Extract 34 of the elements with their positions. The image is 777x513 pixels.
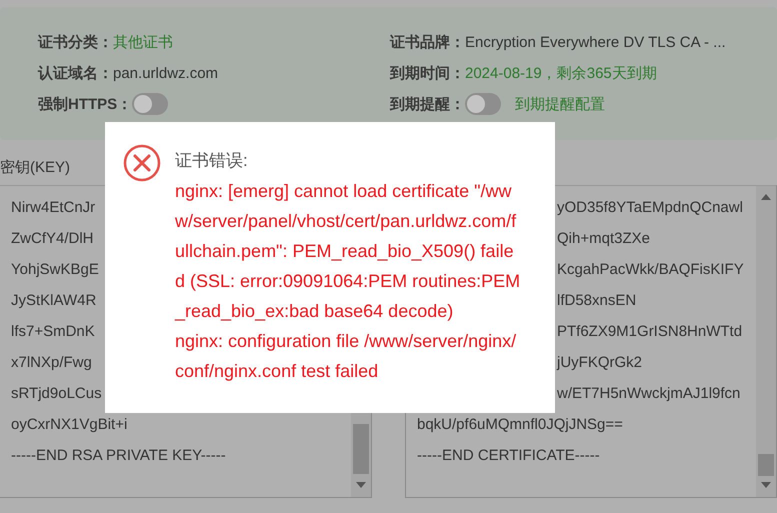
text-line: Qih+mqt3ZXe <box>557 229 650 249</box>
text-line: w/ET7H5nWwckjmAJ1l9fcn <box>557 384 740 404</box>
error-icon <box>123 144 161 182</box>
field-label: 认证域名： <box>38 64 113 82</box>
text-line: ZwCfY4/DlH <box>11 229 94 249</box>
text-line: x7lNXp/Fwg <box>11 353 92 373</box>
field-value: Encryption Everywhere DV TLS CA - ... <box>465 34 726 50</box>
field-value: 2024-08-19，剩余365天到期 <box>465 64 657 82</box>
text-line: -----END CERTIFICATE----- <box>417 446 600 466</box>
text-line: lfs7+SmDnK <box>11 322 95 342</box>
field-label: 证书品牌： <box>390 32 465 52</box>
text-line: jUyFKQrGk2 <box>557 353 642 373</box>
text-line: JyStKlAW4R <box>11 291 96 311</box>
text-line: -----END RSA PRIVATE KEY----- <box>11 446 226 466</box>
field-value: pan.urldwz.com <box>113 64 218 82</box>
text-line: Nirw4EtCnJr <box>11 198 96 218</box>
text-line: yOD35f8YTaEMpdnQCnawl <box>557 198 743 218</box>
field-label: 到期提醒： <box>390 94 465 114</box>
toggle-switch[interactable] <box>465 93 501 115</box>
text-line: bqkU/pf6uMQmnfl0JQjJNSg== <box>417 415 623 435</box>
text-line: sRTjd9oLCus <box>11 384 102 404</box>
field-value: 其他证书 <box>113 32 173 52</box>
text-line: oyCxrNX1VgBit+i <box>11 415 128 435</box>
field-label: 到期时间： <box>390 64 465 82</box>
text-line: PTf6ZX9M1GrISN8HnWTtd <box>557 322 742 342</box>
text-line: lfD58xnsEN <box>557 291 636 311</box>
dialog-title: 证书错误: <box>175 150 249 172</box>
text-line: YohjSwKBgE <box>11 260 99 280</box>
field-label: 证书分类： <box>38 32 113 52</box>
field-label: 强制HTTPS： <box>38 94 132 114</box>
text-line: KcgahPacWkk/BAQFisKIFY <box>557 260 744 280</box>
scrollbar[interactable] <box>756 186 776 497</box>
key-label: 密钥(KEY) <box>0 158 70 178</box>
toggle-switch[interactable] <box>132 93 168 115</box>
